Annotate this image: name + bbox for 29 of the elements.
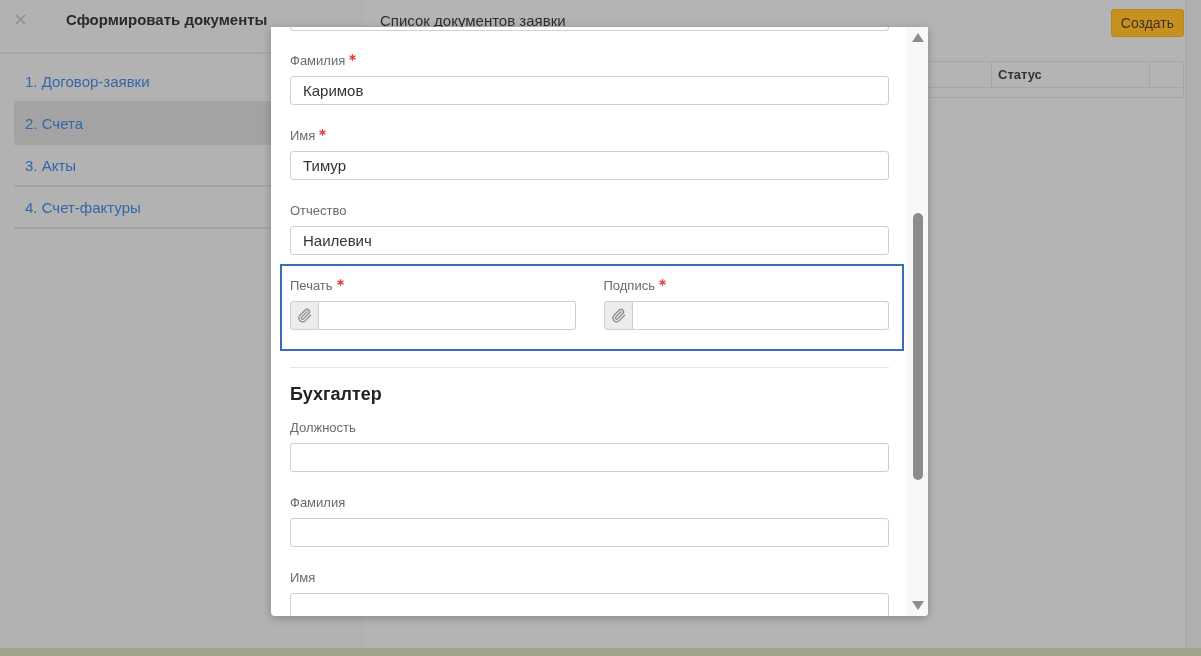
file-input-field[interactable] xyxy=(632,301,889,330)
attach-button[interactable] xyxy=(603,301,633,330)
field-label: Должность xyxy=(290,419,356,437)
input-field[interactable] xyxy=(290,518,889,547)
paperclip-icon xyxy=(610,308,626,323)
field-label: Имя xyxy=(290,127,316,145)
attach-button[interactable] xyxy=(290,301,319,330)
scrollbar-thumb[interactable] xyxy=(912,213,923,480)
field-label: Отчество xyxy=(290,202,347,220)
field-label: Печать xyxy=(290,277,333,295)
input-field[interactable] xyxy=(290,443,889,472)
create-button[interactable]: Создать xyxy=(1110,9,1184,37)
page-title: Список документов заявки xyxy=(380,12,566,30)
input-field[interactable]: Тимур xyxy=(290,151,889,180)
input-field[interactable]: Наилевич xyxy=(290,226,889,255)
field-label: Фамилия xyxy=(290,494,346,512)
down-arrow-icon[interactable] xyxy=(911,601,924,610)
paperclip-icon xyxy=(297,308,312,323)
input-field[interactable] xyxy=(290,593,889,616)
section-heading: Бухгалтер xyxy=(290,383,383,406)
up-arrow-icon[interactable] xyxy=(911,33,924,42)
scrollbar[interactable] xyxy=(907,27,928,616)
file-input-field[interactable] xyxy=(319,301,576,330)
field-label: Подпись xyxy=(603,277,655,295)
input-field[interactable] xyxy=(290,27,889,31)
input-field[interactable]: Каримов xyxy=(290,76,889,105)
sidebar-title: Сформировать документы xyxy=(66,11,268,29)
field-label: Имя xyxy=(290,569,316,587)
column-header: Статус xyxy=(998,67,1042,82)
